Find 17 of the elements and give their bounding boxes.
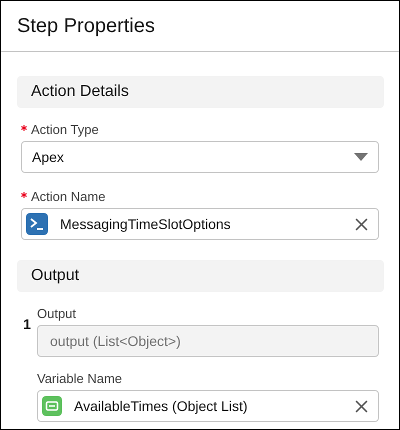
- action-name-field[interactable]: MessagingTimeSlotOptions: [21, 208, 379, 240]
- output-field: output (List<Object>): [37, 325, 379, 357]
- section-header: Action Details: [17, 76, 384, 108]
- clear-icon[interactable]: [355, 218, 368, 230]
- section-header: Output: [17, 260, 384, 292]
- list-icon: [42, 396, 62, 416]
- clear-icon[interactable]: [355, 400, 368, 412]
- action-type-select[interactable]: Apex: [21, 141, 379, 173]
- field-label: Action Name: [31, 189, 106, 204]
- field-label: Variable Name: [37, 371, 122, 386]
- panel-title: Step Properties: [17, 14, 155, 38]
- field-label: Output: [37, 306, 76, 321]
- dropdown-icon: [354, 153, 368, 161]
- variable-name-field[interactable]: AvailableTimes (Object List): [37, 390, 379, 422]
- field-label: Action Type: [31, 122, 99, 137]
- terminal-icon: [26, 213, 48, 235]
- row-number: 1: [22, 316, 32, 332]
